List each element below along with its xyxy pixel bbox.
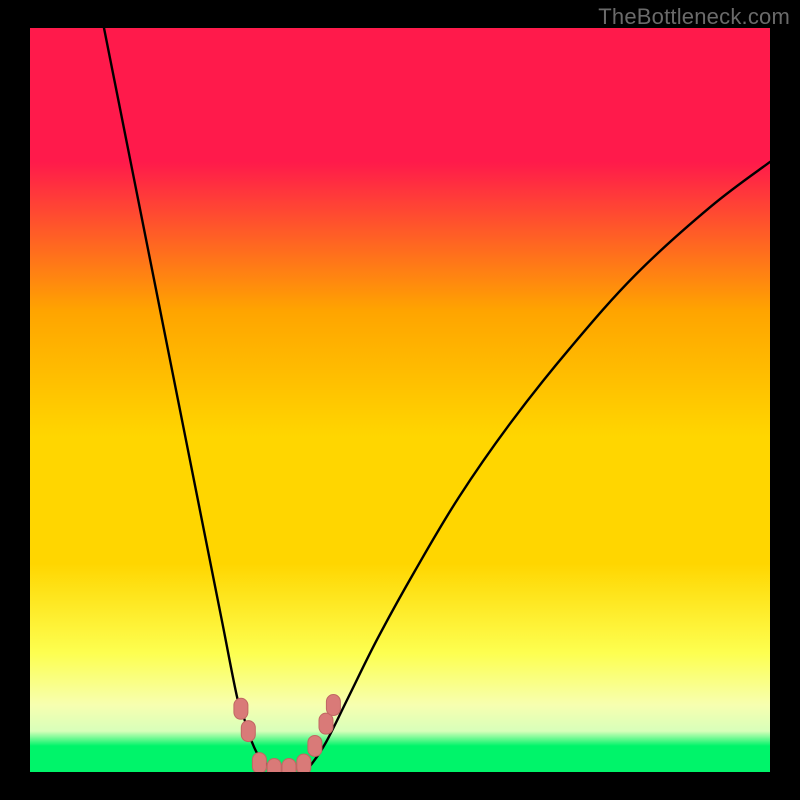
curve-marker: [297, 754, 311, 772]
curve-marker: [234, 698, 248, 719]
chart-frame: TheBottleneck.com: [0, 0, 800, 800]
curve-marker: [252, 753, 266, 772]
bottleneck-chart: [30, 28, 770, 772]
curve-marker: [326, 695, 340, 716]
gradient-background: [30, 28, 770, 772]
curve-marker: [241, 721, 255, 742]
watermark-text: TheBottleneck.com: [598, 4, 790, 30]
plot-area: [30, 28, 770, 772]
curve-marker: [319, 713, 333, 734]
curve-marker: [308, 735, 322, 756]
curve-marker: [282, 759, 296, 772]
curve-marker: [267, 759, 281, 772]
